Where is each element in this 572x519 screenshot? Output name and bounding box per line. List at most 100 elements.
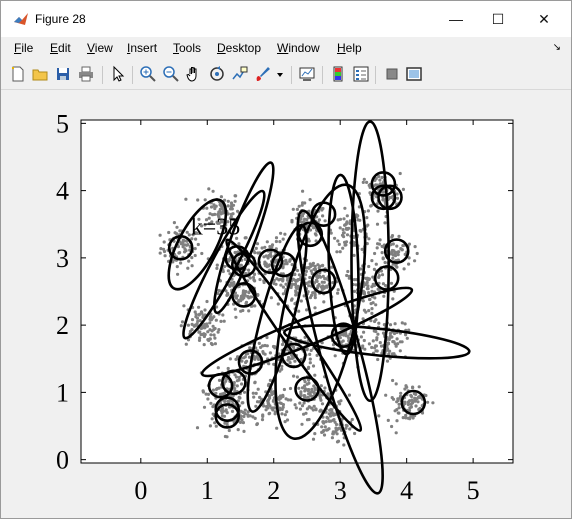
scatter-point (209, 401, 213, 405)
scatter-point (307, 417, 311, 422)
scatter-point (256, 357, 261, 361)
scatter-point (200, 251, 204, 256)
scatter-point (376, 332, 380, 336)
scatter-point (324, 420, 328, 424)
scatter-point (248, 276, 252, 280)
scatter-point (384, 284, 388, 288)
scatter-point (390, 352, 394, 356)
scatter-point (337, 242, 341, 246)
scatter-point (414, 404, 418, 408)
scatter-point (353, 431, 357, 436)
scatter-point (267, 394, 272, 398)
scatter-point (236, 209, 240, 213)
scatter-point (345, 214, 349, 218)
scatter-point (319, 398, 323, 402)
scatter-point (309, 269, 313, 273)
scatter-point (288, 361, 292, 365)
scatter-point (322, 300, 326, 304)
scatter-point (401, 416, 405, 420)
scatter-point (402, 267, 406, 271)
scatter-point (247, 309, 251, 313)
scatter-point (220, 411, 224, 415)
scatter-point (328, 414, 333, 418)
scatter-point (367, 264, 371, 269)
scatter-point (278, 406, 282, 410)
scatter-point (276, 302, 280, 306)
scatter-point (375, 222, 380, 226)
scatter-point (268, 411, 272, 415)
scatter-point (297, 309, 301, 313)
scatter-point (236, 428, 240, 432)
y-tick-label: 2 (56, 311, 69, 340)
scatter-point (307, 284, 311, 288)
scatter-point (265, 265, 269, 269)
scatter-point (226, 199, 230, 203)
plot-canvas: 0 1 2 3 4 5 0 1 2 3 4 5 k=35 (56, 109, 514, 505)
scatter-point (296, 284, 300, 288)
scatter-point (409, 402, 413, 406)
scatter-point (190, 264, 194, 268)
scatter-point (322, 428, 326, 433)
scatter-point (380, 251, 384, 255)
scatter-point (271, 344, 276, 349)
scatter-point (378, 178, 382, 182)
x-tick-label: 5 (467, 476, 480, 505)
scatter-point (413, 259, 417, 263)
scatter-point (221, 407, 225, 411)
scatter-point (302, 401, 306, 405)
x-tick-label: 3 (334, 476, 347, 505)
scatter-point (373, 319, 377, 324)
scatter-point (263, 260, 267, 264)
scatter-point (226, 204, 230, 208)
scatter-point (243, 293, 247, 297)
scatter-point (159, 247, 163, 251)
scatter-point (235, 384, 239, 388)
scatter-point (394, 382, 398, 386)
scatter-point (217, 288, 221, 293)
scatter-point (247, 268, 251, 272)
scatter-point (267, 402, 271, 407)
scatter-point (246, 414, 250, 418)
scatter-point (285, 261, 289, 265)
scatter-point (326, 392, 330, 396)
scatter-point (403, 387, 407, 391)
scatter-point (176, 272, 180, 276)
scatter-point (196, 319, 200, 323)
scatter-point (307, 381, 311, 385)
scatter-point (384, 393, 388, 397)
scatter-point (345, 233, 350, 237)
scatter-point (308, 352, 312, 356)
scatter-point (395, 419, 399, 423)
scatter-point (346, 334, 350, 338)
scatter-point (237, 378, 241, 382)
scatter-point (269, 296, 273, 300)
scatter-point (313, 386, 317, 390)
scatter-point (343, 206, 347, 210)
scatter-point (397, 406, 401, 410)
scatter-point (292, 374, 296, 378)
scatter-point (398, 349, 402, 353)
scatter-point (371, 282, 375, 286)
scatter-point (401, 187, 405, 191)
scatter-point (320, 208, 324, 212)
scatter-point (279, 283, 283, 287)
x-tick-label: 2 (267, 476, 280, 505)
scatter-point (234, 295, 238, 299)
scatter-point (209, 341, 213, 346)
scatter-point (309, 293, 314, 298)
scatter-point (321, 214, 325, 218)
scatter-point (408, 399, 412, 403)
scatter-point (242, 390, 247, 394)
scatter-point (194, 323, 198, 327)
scatter-point (224, 408, 228, 412)
scatter-point (226, 269, 230, 273)
scatter-point (265, 344, 269, 348)
scatter-point (380, 175, 384, 180)
scatter-point (405, 336, 409, 340)
scatter-point (329, 411, 333, 415)
scatter-point (206, 338, 210, 342)
scatter-point (275, 426, 279, 430)
scatter-point (244, 236, 248, 240)
scatter-point (330, 436, 334, 440)
scatter-point (311, 364, 316, 368)
